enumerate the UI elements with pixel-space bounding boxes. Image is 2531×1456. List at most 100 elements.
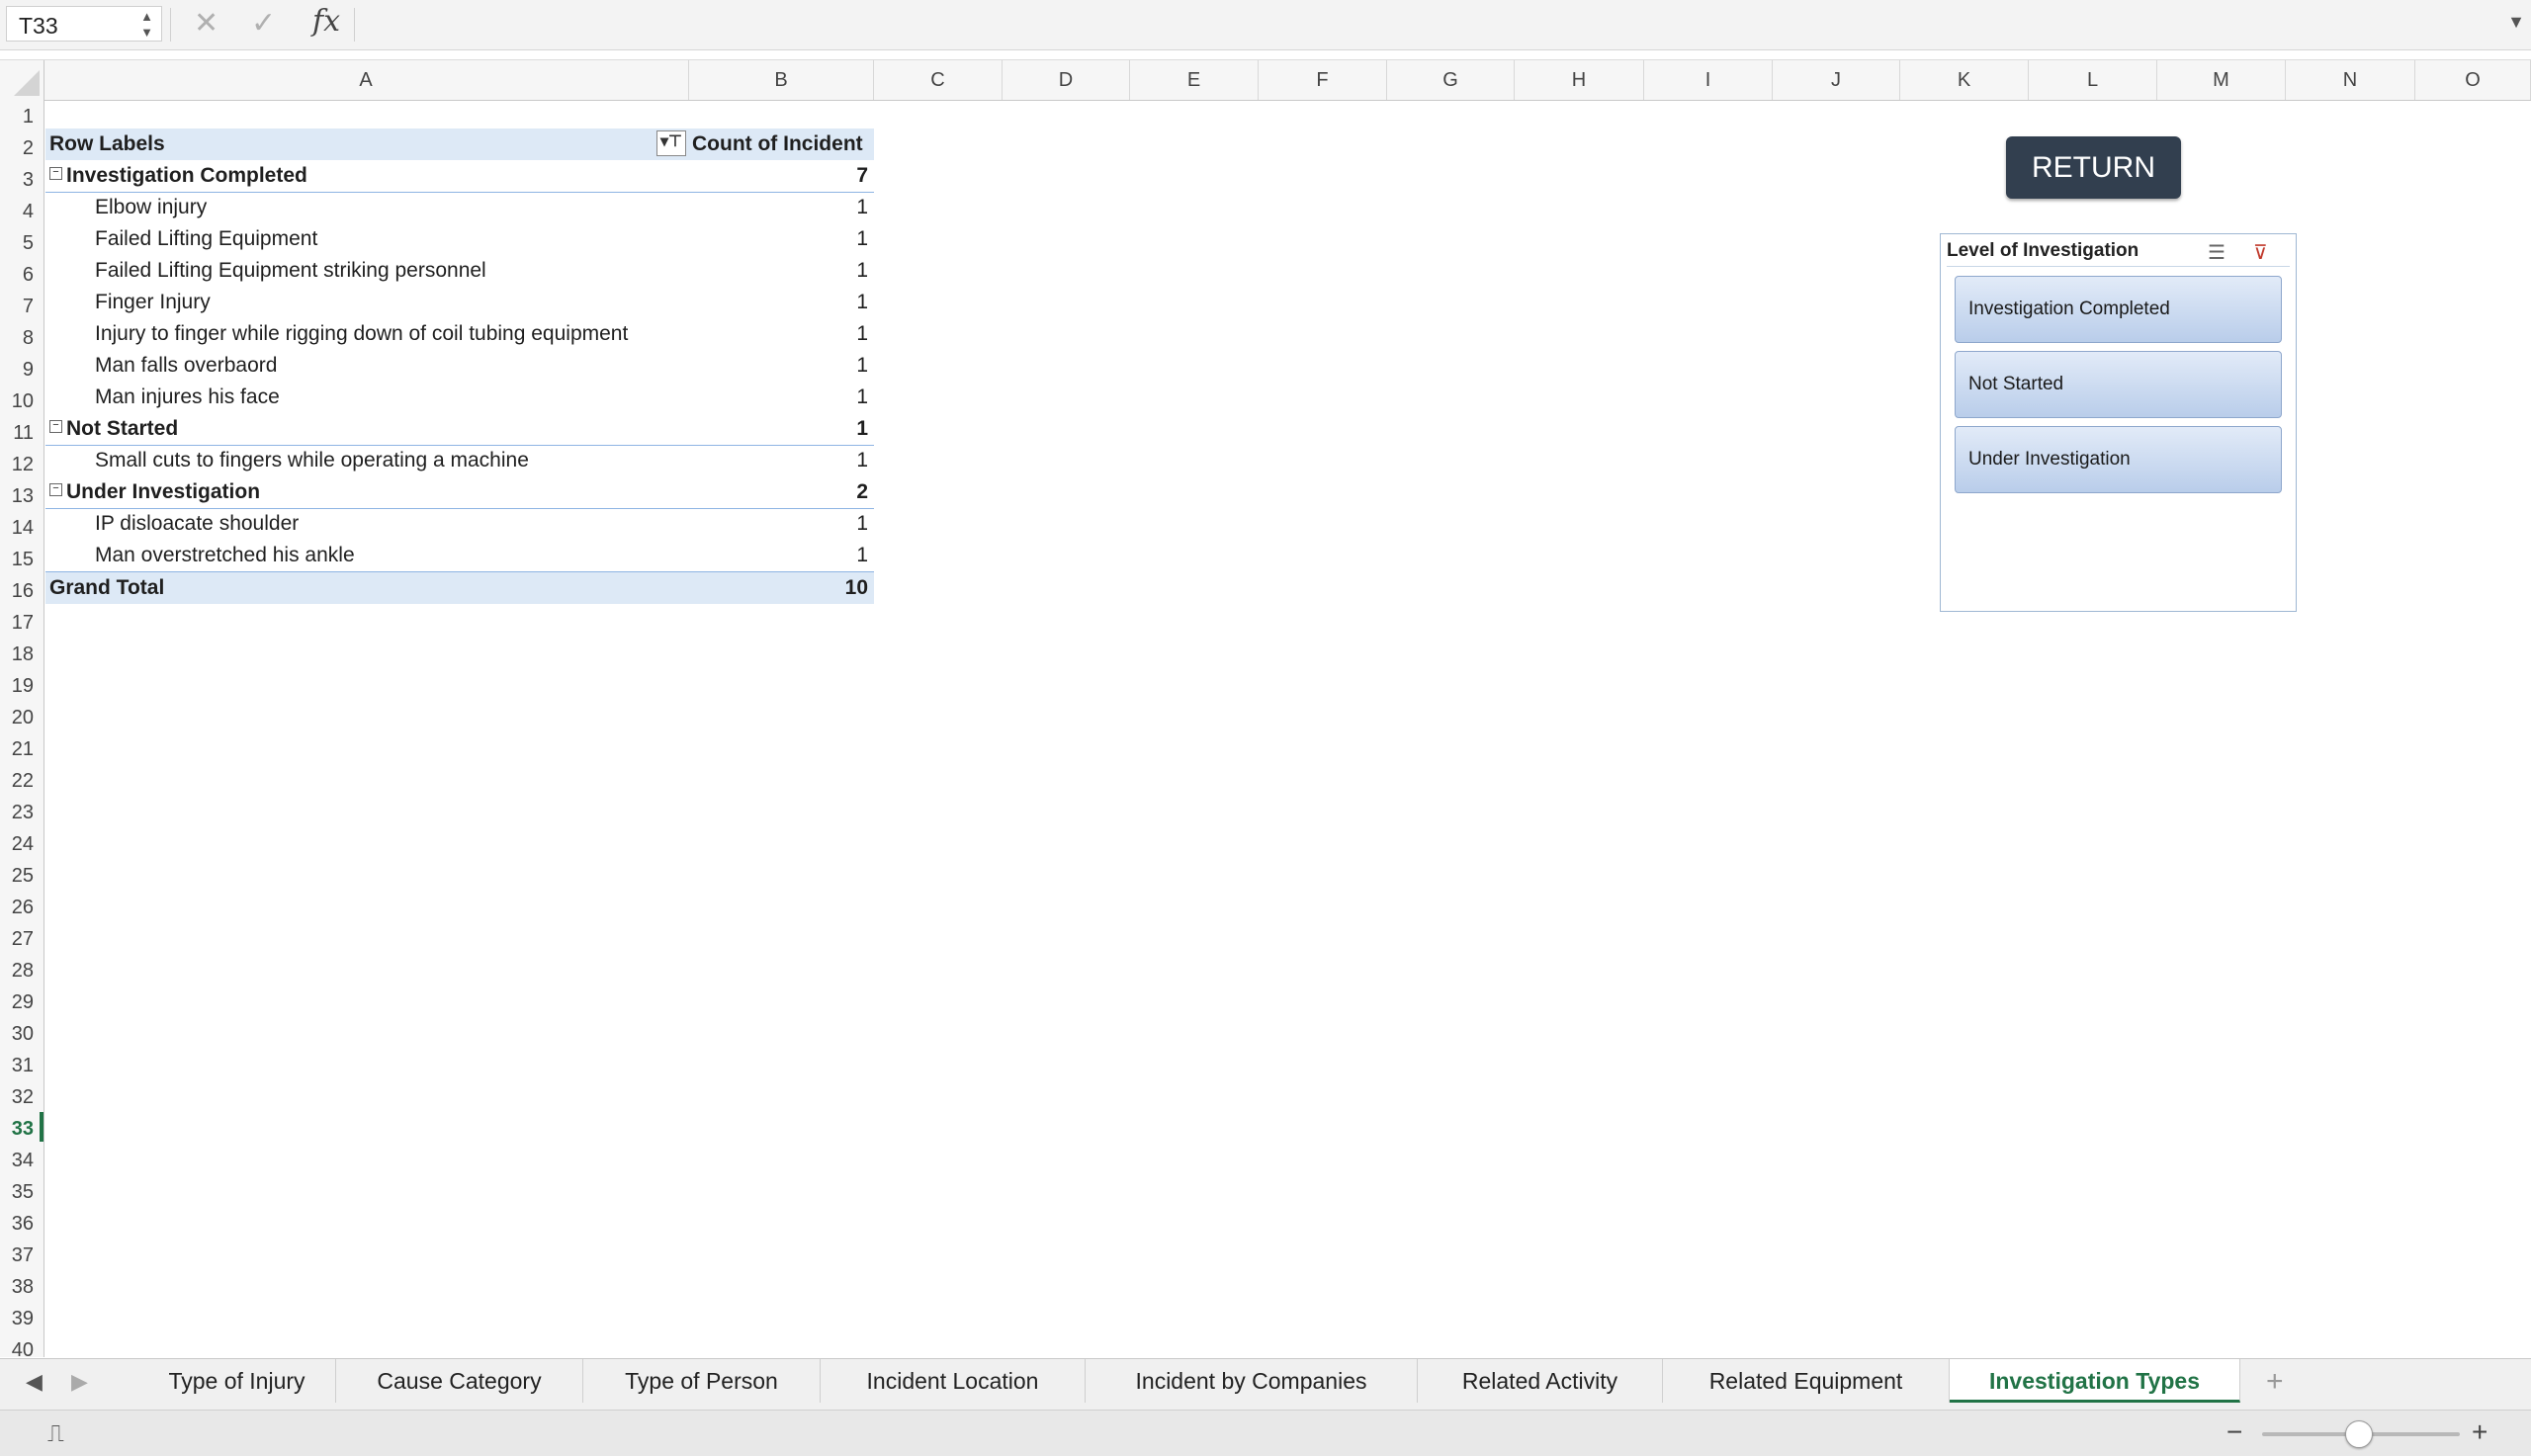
- column-header-b[interactable]: B: [689, 60, 874, 100]
- row-header-2[interactable]: 2: [0, 131, 44, 163]
- column-header-g[interactable]: G: [1387, 60, 1515, 100]
- clear-filter-icon[interactable]: ⊽: [2253, 240, 2268, 265]
- column-header-o[interactable]: O: [2415, 60, 2531, 100]
- check-icon[interactable]: ✓: [251, 6, 276, 41]
- row-header-20[interactable]: 20: [0, 701, 44, 732]
- row-header-27[interactable]: 27: [0, 922, 44, 954]
- macro-record-icon[interactable]: ⎍: [47, 1420, 64, 1448]
- pivot-group-row[interactable]: − Investigation Completed 7: [45, 160, 874, 193]
- column-header-f[interactable]: F: [1259, 60, 1387, 100]
- row-header-36[interactable]: 36: [0, 1207, 44, 1239]
- row-header-29[interactable]: 29: [0, 985, 44, 1017]
- column-header-d[interactable]: D: [1003, 60, 1130, 100]
- pivot-group-row[interactable]: − Not Started 1: [45, 413, 874, 446]
- row-header-1[interactable]: 1: [0, 100, 44, 131]
- pivot-item-row[interactable]: Man overstretched his ankle 1: [45, 540, 874, 571]
- return-button[interactable]: RETURN: [2006, 136, 2181, 199]
- row-header-34[interactable]: 34: [0, 1144, 44, 1175]
- row-header-26[interactable]: 26: [0, 891, 44, 922]
- column-header-j[interactable]: J: [1773, 60, 1900, 100]
- tab-cause-category[interactable]: Cause Category: [336, 1359, 583, 1403]
- column-header-k[interactable]: K: [1900, 60, 2029, 100]
- pivot-item-row[interactable]: Injury to finger while rigging down of c…: [45, 318, 874, 350]
- column-header-m[interactable]: M: [2157, 60, 2286, 100]
- row-header-28[interactable]: 28: [0, 954, 44, 985]
- pivot-item-row[interactable]: Small cuts to fingers while operating a …: [45, 445, 874, 476]
- row-header-14[interactable]: 14: [0, 511, 44, 543]
- row-header-7[interactable]: 7: [0, 290, 44, 321]
- pivot-item-row[interactable]: Finger Injury 1: [45, 287, 874, 318]
- fx-icon[interactable]: fx: [312, 4, 340, 39]
- slicer-item-under-investigation[interactable]: Under Investigation: [1955, 426, 2282, 493]
- row-header-37[interactable]: 37: [0, 1239, 44, 1270]
- column-header-c[interactable]: C: [874, 60, 1003, 100]
- row-header-24[interactable]: 24: [0, 827, 44, 859]
- row-header-16[interactable]: 16: [0, 574, 44, 606]
- column-header-l[interactable]: L: [2029, 60, 2157, 100]
- cancel-icon[interactable]: ✕: [194, 6, 218, 41]
- row-header-10[interactable]: 10: [0, 385, 44, 416]
- column-header-e[interactable]: E: [1130, 60, 1259, 100]
- pivot-item-row[interactable]: Failed Lifting Equipment 1: [45, 223, 874, 255]
- row-header-6[interactable]: 6: [0, 258, 44, 290]
- chevron-down-icon[interactable]: ▼: [2507, 12, 2525, 33]
- tab-related-activity[interactable]: Related Activity: [1418, 1359, 1663, 1403]
- tab-investigation-types[interactable]: Investigation Types: [1950, 1359, 2240, 1403]
- row-header-17[interactable]: 17: [0, 606, 44, 638]
- pivot-item-row[interactable]: Man falls overbaord 1: [45, 350, 874, 382]
- pivot-group-row[interactable]: − Under Investigation 2: [45, 476, 874, 509]
- row-header-39[interactable]: 39: [0, 1302, 44, 1333]
- scroll-right-icon[interactable]: ▶: [71, 1369, 88, 1395]
- pivot-item-row[interactable]: Elbow injury 1: [45, 192, 874, 223]
- column-header-a[interactable]: A: [44, 60, 689, 100]
- row-header-12[interactable]: 12: [0, 448, 44, 479]
- filter-dropdown-icon[interactable]: ▾⊤: [656, 130, 686, 156]
- row-header-22[interactable]: 22: [0, 764, 44, 796]
- row-header-9[interactable]: 9: [0, 353, 44, 385]
- pivot-item-row[interactable]: IP disloacate shoulder 1: [45, 508, 874, 540]
- slicer-item-investigation-completed[interactable]: Investigation Completed: [1955, 276, 2282, 343]
- pivot-item-row[interactable]: Failed Lifting Equipment striking person…: [45, 255, 874, 287]
- row-header-13[interactable]: 13: [0, 479, 44, 511]
- scroll-left-icon[interactable]: ◀: [26, 1369, 43, 1395]
- column-header-h[interactable]: H: [1515, 60, 1644, 100]
- column-header-n[interactable]: N: [2286, 60, 2415, 100]
- tab-incident-by-companies[interactable]: Incident by Companies: [1086, 1359, 1418, 1403]
- row-header-19[interactable]: 19: [0, 669, 44, 701]
- row-header-5[interactable]: 5: [0, 226, 44, 258]
- row-header-25[interactable]: 25: [0, 859, 44, 891]
- row-header-11[interactable]: 11: [0, 416, 44, 448]
- tab-type-of-injury[interactable]: Type of Injury: [138, 1359, 336, 1403]
- row-header-3[interactable]: 3: [0, 163, 44, 195]
- pivot-item-row[interactable]: Man injures his face 1: [45, 382, 874, 413]
- row-header-33[interactable]: 33: [0, 1112, 44, 1144]
- collapse-icon[interactable]: −: [49, 166, 62, 180]
- zoom-in-icon[interactable]: +: [2472, 1416, 2487, 1448]
- row-header-38[interactable]: 38: [0, 1270, 44, 1302]
- multi-select-icon[interactable]: ☰: [2208, 240, 2226, 265]
- row-header-15[interactable]: 15: [0, 543, 44, 574]
- name-box[interactable]: T33 ▲ ▼: [6, 6, 162, 42]
- row-header-31[interactable]: 31: [0, 1049, 44, 1080]
- zoom-out-icon[interactable]: −: [2226, 1416, 2242, 1448]
- name-box-spinner-icon[interactable]: ▲ ▼: [140, 9, 153, 41]
- row-header-8[interactable]: 8: [0, 321, 44, 353]
- row-header-23[interactable]: 23: [0, 796, 44, 827]
- row-header-4[interactable]: 4: [0, 195, 44, 226]
- slicer-item-not-started[interactable]: Not Started: [1955, 351, 2282, 418]
- row-header-30[interactable]: 30: [0, 1017, 44, 1049]
- collapse-icon[interactable]: −: [49, 419, 62, 433]
- tab-related-equipment[interactable]: Related Equipment: [1663, 1359, 1950, 1403]
- tab-incident-location[interactable]: Incident Location: [821, 1359, 1086, 1403]
- row-header-35[interactable]: 35: [0, 1175, 44, 1207]
- formula-input[interactable]: [360, 6, 2486, 42]
- zoom-slider-thumb[interactable]: [2345, 1420, 2373, 1448]
- collapse-icon[interactable]: −: [49, 482, 62, 496]
- column-header-i[interactable]: I: [1644, 60, 1773, 100]
- row-header-32[interactable]: 32: [0, 1080, 44, 1112]
- row-header-18[interactable]: 18: [0, 638, 44, 669]
- row-header-21[interactable]: 21: [0, 732, 44, 764]
- add-sheet-icon[interactable]: +: [2266, 1365, 2284, 1399]
- select-all-corner[interactable]: [0, 60, 44, 100]
- tab-type-of-person[interactable]: Type of Person: [583, 1359, 821, 1403]
